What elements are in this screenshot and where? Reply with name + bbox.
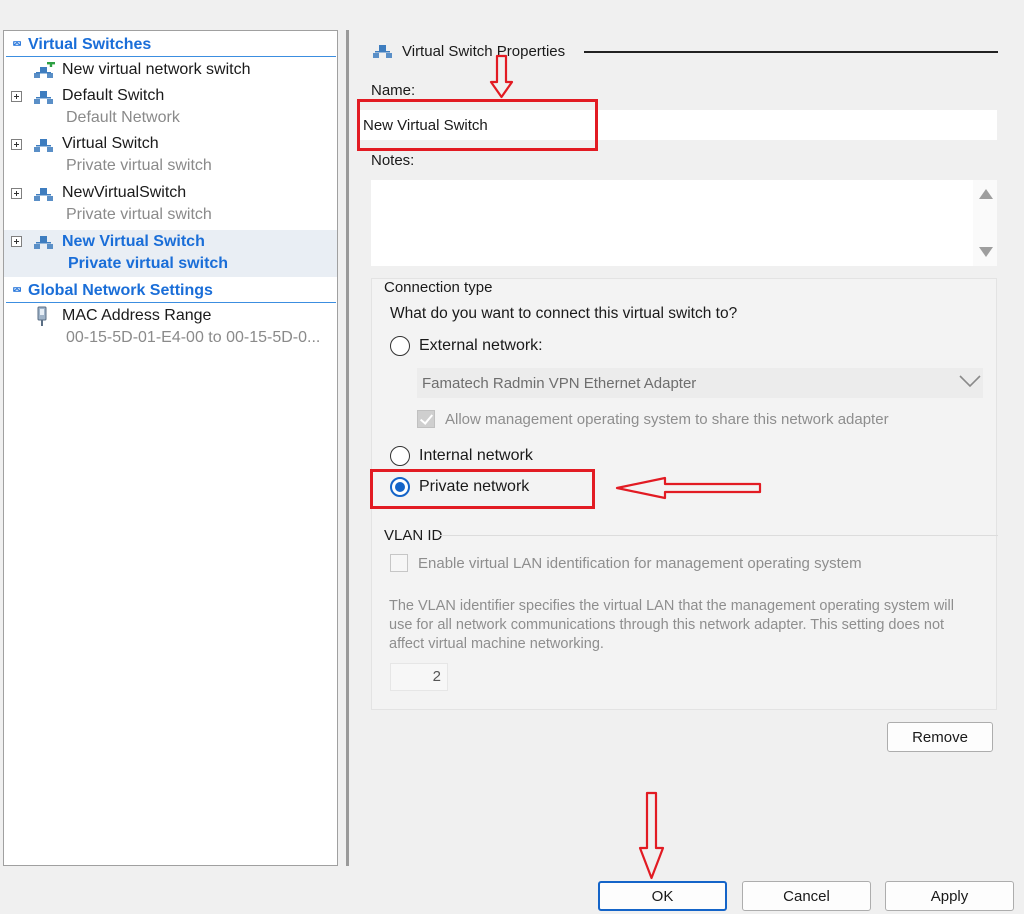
mac-address-range-value: 00-15-5D-01-E4-00 to 00-15-5D-0...: [66, 329, 321, 346]
vlan-enable-label: Enable virtual LAN identification for ma…: [418, 554, 862, 572]
chevron-down-icon: [959, 375, 981, 388]
network-adapter-select[interactable]: Famatech Radmin VPN Ethernet Adapter: [417, 368, 983, 398]
vlan-id-title: VLAN ID: [384, 527, 443, 544]
ok-button[interactable]: OK: [598, 881, 727, 911]
allow-management-label: Allow management operating system to sha…: [445, 410, 889, 428]
notes-label: Notes:: [371, 152, 415, 169]
remove-button[interactable]: Remove: [887, 722, 993, 752]
tree-item-new-virtual-network-switch[interactable]: New virtual network switch: [4, 61, 337, 85]
global-network-settings-section-header[interactable]: ⮹ Global Network Settings: [6, 279, 336, 303]
tree-item-label: New virtual network switch: [62, 61, 251, 78]
network-adapter-selected-value: Famatech Radmin VPN Ethernet Adapter: [422, 374, 697, 392]
expand-plus-icon[interactable]: [11, 91, 22, 102]
expand-plus-icon[interactable]: [11, 139, 22, 150]
internal-network-radio[interactable]: [390, 446, 410, 466]
connection-type-label: Connection type: [384, 279, 493, 296]
allow-management-checkbox[interactable]: [417, 410, 435, 428]
notes-textarea[interactable]: [371, 180, 997, 266]
add-network-switch-icon: [34, 62, 55, 78]
virtual-switches-header-label: Virtual Switches: [28, 35, 152, 53]
tree-item-label: NewVirtualSwitch: [62, 184, 187, 201]
tree-item-new-virtual-switch-selected[interactable]: New Virtual Switch Private virtual switc…: [4, 230, 337, 277]
tree-item-subtitle: Default Network: [66, 109, 180, 126]
network-switch-icon: [34, 91, 53, 104]
network-switch-icon: [34, 188, 53, 201]
external-network-radio-row[interactable]: External network:: [390, 336, 543, 356]
notes-scrollbar[interactable]: [973, 180, 997, 266]
name-label: Name:: [371, 82, 416, 99]
tree-item-subtitle: Private virtual switch: [66, 206, 212, 223]
collapse-chevron-icon[interactable]: ⮹: [6, 283, 28, 298]
name-field-highlight-box: [357, 99, 598, 151]
scroll-up-arrow-icon[interactable]: [979, 189, 993, 199]
connection-question: What do you want to connect this virtual…: [390, 305, 738, 322]
switch-tree-pane: ⮹ Virtual Switches New virtual network s…: [3, 30, 338, 866]
tree-item-label: New Virtual Switch: [62, 233, 205, 250]
expand-plus-icon[interactable]: [11, 236, 22, 247]
internal-network-label: Internal network: [419, 447, 533, 464]
tree-item-mac-address-range[interactable]: MAC Address Range 00-15-5D-01-E4-00 to 0…: [4, 306, 337, 353]
group-title: Virtual Switch Properties: [402, 42, 566, 60]
properties-pane: Virtual Switch Properties Name: Notes: C…: [346, 30, 1016, 866]
private-network-highlight-box: [370, 469, 595, 509]
vlan-enable-checkbox[interactable]: [390, 554, 408, 572]
collapse-chevron-icon[interactable]: ⮹: [6, 37, 28, 52]
tree-item-label: MAC Address Range: [62, 307, 212, 324]
network-switch-icon: [373, 45, 392, 58]
tree-item-default-switch[interactable]: Default Switch Default Network: [4, 87, 337, 133]
cancel-button[interactable]: Cancel: [742, 881, 871, 911]
external-network-label: External network:: [419, 337, 543, 354]
vlan-enable-checkbox-row[interactable]: Enable virtual LAN identification for ma…: [390, 554, 862, 572]
network-switch-icon: [34, 236, 53, 249]
tree-item-subtitle: Private virtual switch: [68, 255, 229, 272]
group-divider: [584, 51, 998, 53]
network-switch-icon: [34, 139, 53, 152]
vlan-divider: [438, 535, 998, 536]
allow-management-checkbox-row[interactable]: Allow management operating system to sha…: [417, 410, 889, 428]
tree-item-virtual-switch[interactable]: Virtual Switch Private virtual switch: [4, 135, 337, 181]
tree-item-newvirtualswitch[interactable]: NewVirtualSwitch Private virtual switch: [4, 184, 337, 230]
scroll-down-arrow-icon[interactable]: [979, 247, 993, 257]
internal-network-radio-row[interactable]: Internal network: [390, 446, 533, 466]
virtual-switch-properties-group: Virtual Switch Properties: [372, 42, 565, 60]
tree-item-label: Virtual Switch: [62, 135, 159, 152]
vlan-id-input[interactable]: 2: [390, 663, 448, 691]
tree-item-subtitle: Private virtual switch: [66, 157, 212, 174]
vlan-description: The VLAN identifier specifies the virtua…: [389, 598, 954, 652]
external-network-radio[interactable]: [390, 336, 410, 356]
expand-plus-icon[interactable]: [11, 188, 22, 199]
network-adapter-icon: [37, 306, 47, 326]
tree-item-label: Default Switch: [62, 87, 165, 104]
global-network-settings-header-label: Global Network Settings: [28, 281, 213, 299]
apply-button[interactable]: Apply: [885, 881, 1014, 911]
virtual-switches-section-header[interactable]: ⮹ Virtual Switches: [6, 33, 336, 57]
